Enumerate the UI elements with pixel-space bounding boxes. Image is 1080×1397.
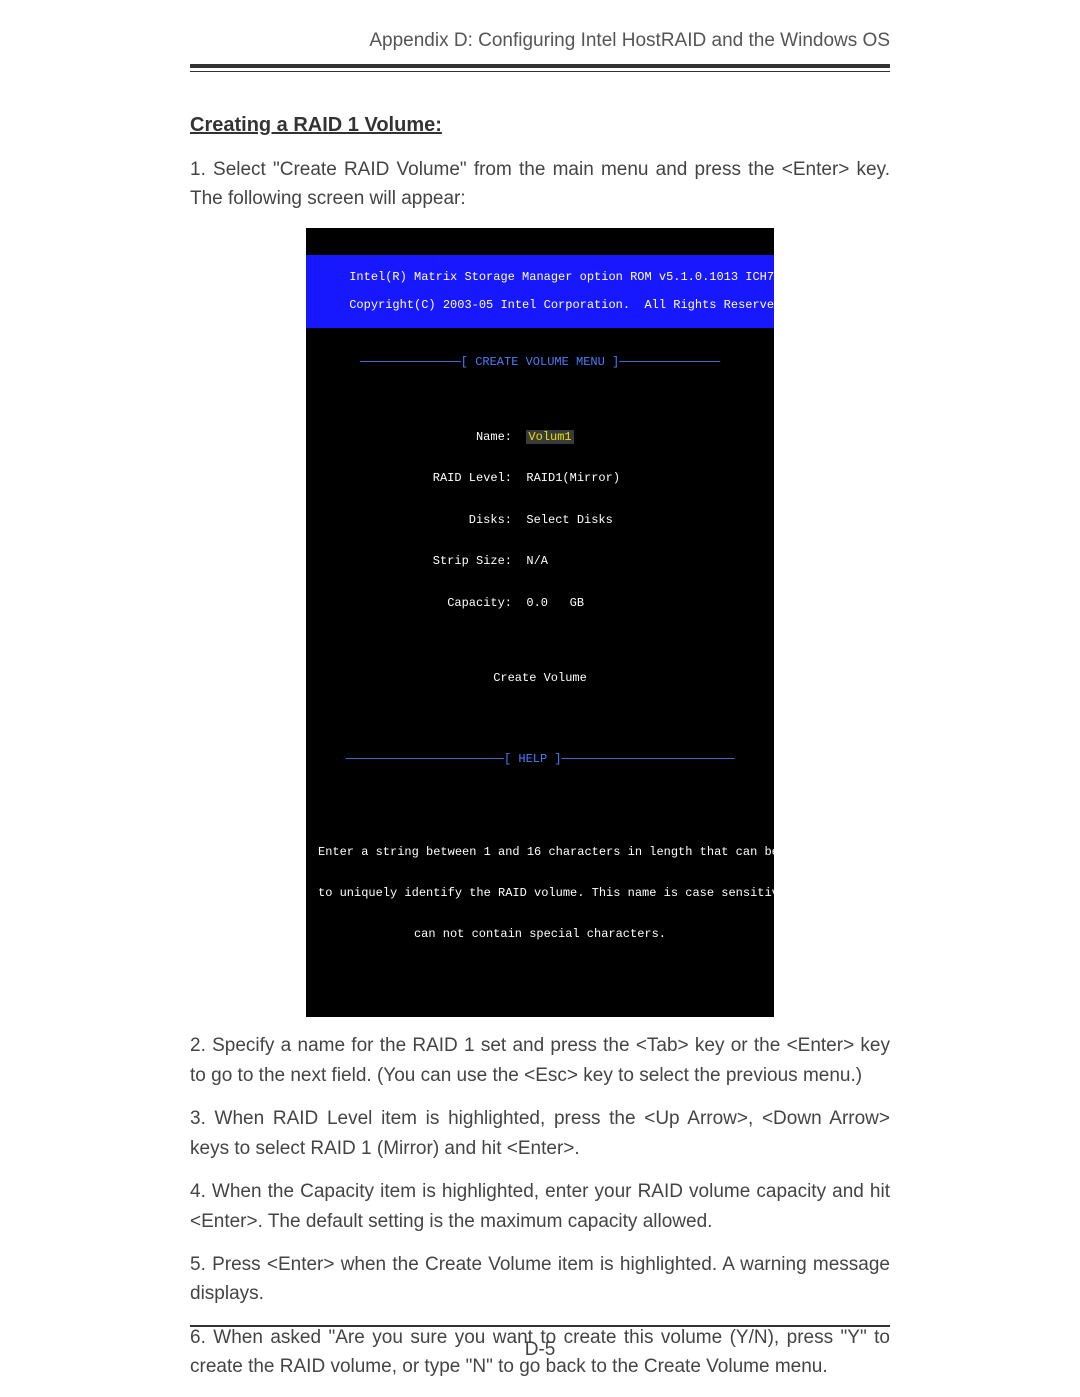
field-name-value[interactable]: Volum1 — [526, 430, 573, 444]
field-raid-value[interactable]: RAID1(Mirror) — [526, 471, 620, 485]
footer-rule — [190, 1325, 890, 1327]
bios-banner-line1: Intel(R) Matrix Storage Manager option R… — [349, 270, 831, 284]
help-line-3: can not contain special characters. — [306, 928, 774, 942]
step-2: 2. Specify a name for the RAID 1 set and… — [190, 1031, 890, 1090]
field-strip-value: N/A — [526, 554, 548, 568]
field-cap-value[interactable]: 0.0 GB — [526, 596, 584, 610]
bios-screenshot: Intel(R) Matrix Storage Manager option R… — [306, 228, 774, 1017]
page: Appendix D: Configuring Intel HostRAID a… — [0, 0, 1080, 1397]
step-5: 5. Press <Enter> when the Create Volume … — [190, 1250, 890, 1309]
running-head: Appendix D: Configuring Intel HostRAID a… — [190, 30, 890, 58]
help-line-1: Enter a string between 1 and 16 characte… — [306, 846, 774, 860]
page-number: D-5 — [0, 1339, 1080, 1361]
step-3: 3. When RAID Level item is highlighted, … — [190, 1104, 890, 1163]
field-cap-label: Capacity: — [312, 597, 512, 611]
field-strip-label: Strip Size: — [312, 555, 512, 569]
step-4: 4. When the Capacity item is highlighted… — [190, 1177, 890, 1236]
field-raid-label: RAID Level: — [312, 472, 512, 486]
section-title: Creating a RAID 1 Volume: — [190, 114, 890, 137]
step-1: 1. Select "Create RAID Volume" from the … — [190, 155, 890, 214]
field-disks-label: Disks: — [312, 514, 512, 528]
bios-banner-line2: Copyright(C) 2003-05 Intel Corporation. … — [349, 298, 788, 312]
bios-help-header: ──────────────────────[ HELP ]──────────… — [306, 753, 774, 767]
field-disks-value[interactable]: Select Disks — [526, 513, 612, 527]
bios-menu-header: ──────────────[ CREATE VOLUME MENU ]────… — [306, 356, 774, 370]
field-name-label: Name: — [312, 431, 512, 445]
header-rule — [190, 64, 890, 72]
create-volume-button[interactable]: Create Volume — [306, 672, 774, 686]
help-line-2: to uniquely identify the RAID volume. Th… — [306, 887, 774, 901]
